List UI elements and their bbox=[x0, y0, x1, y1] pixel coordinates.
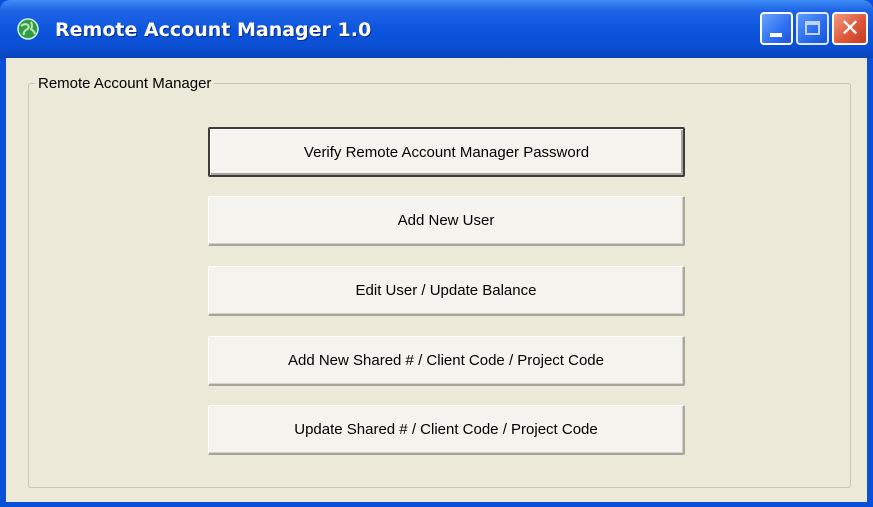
close-button[interactable]: ✕ bbox=[832, 12, 868, 45]
edit-user-update-balance-button[interactable]: Edit User / Update Balance bbox=[208, 266, 685, 316]
minimize-button[interactable] bbox=[760, 12, 793, 45]
minimize-icon bbox=[770, 33, 782, 37]
window-client-area: Remote Account Manager Verify Remote Acc… bbox=[6, 58, 867, 502]
verify-password-button[interactable]: Verify Remote Account Manager Password bbox=[208, 127, 685, 177]
group-box-label: Remote Account Manager bbox=[35, 75, 215, 92]
add-new-user-button[interactable]: Add New User bbox=[208, 196, 685, 246]
update-shared-client-project-code-button[interactable]: Update Shared # / Client Code / Project … bbox=[208, 405, 685, 455]
app-window: Remote Account Manager 1.0 ✕ Remote Acco… bbox=[0, 0, 873, 507]
add-shared-client-project-code-button[interactable]: Add New Shared # / Client Code / Project… bbox=[208, 336, 685, 386]
maximize-icon bbox=[805, 21, 820, 35]
maximize-button[interactable] bbox=[796, 12, 829, 45]
close-icon: ✕ bbox=[839, 14, 861, 42]
globe-icon bbox=[17, 18, 39, 40]
window-title: Remote Account Manager 1.0 bbox=[55, 19, 372, 41]
title-bar[interactable]: Remote Account Manager 1.0 ✕ bbox=[0, 0, 873, 58]
